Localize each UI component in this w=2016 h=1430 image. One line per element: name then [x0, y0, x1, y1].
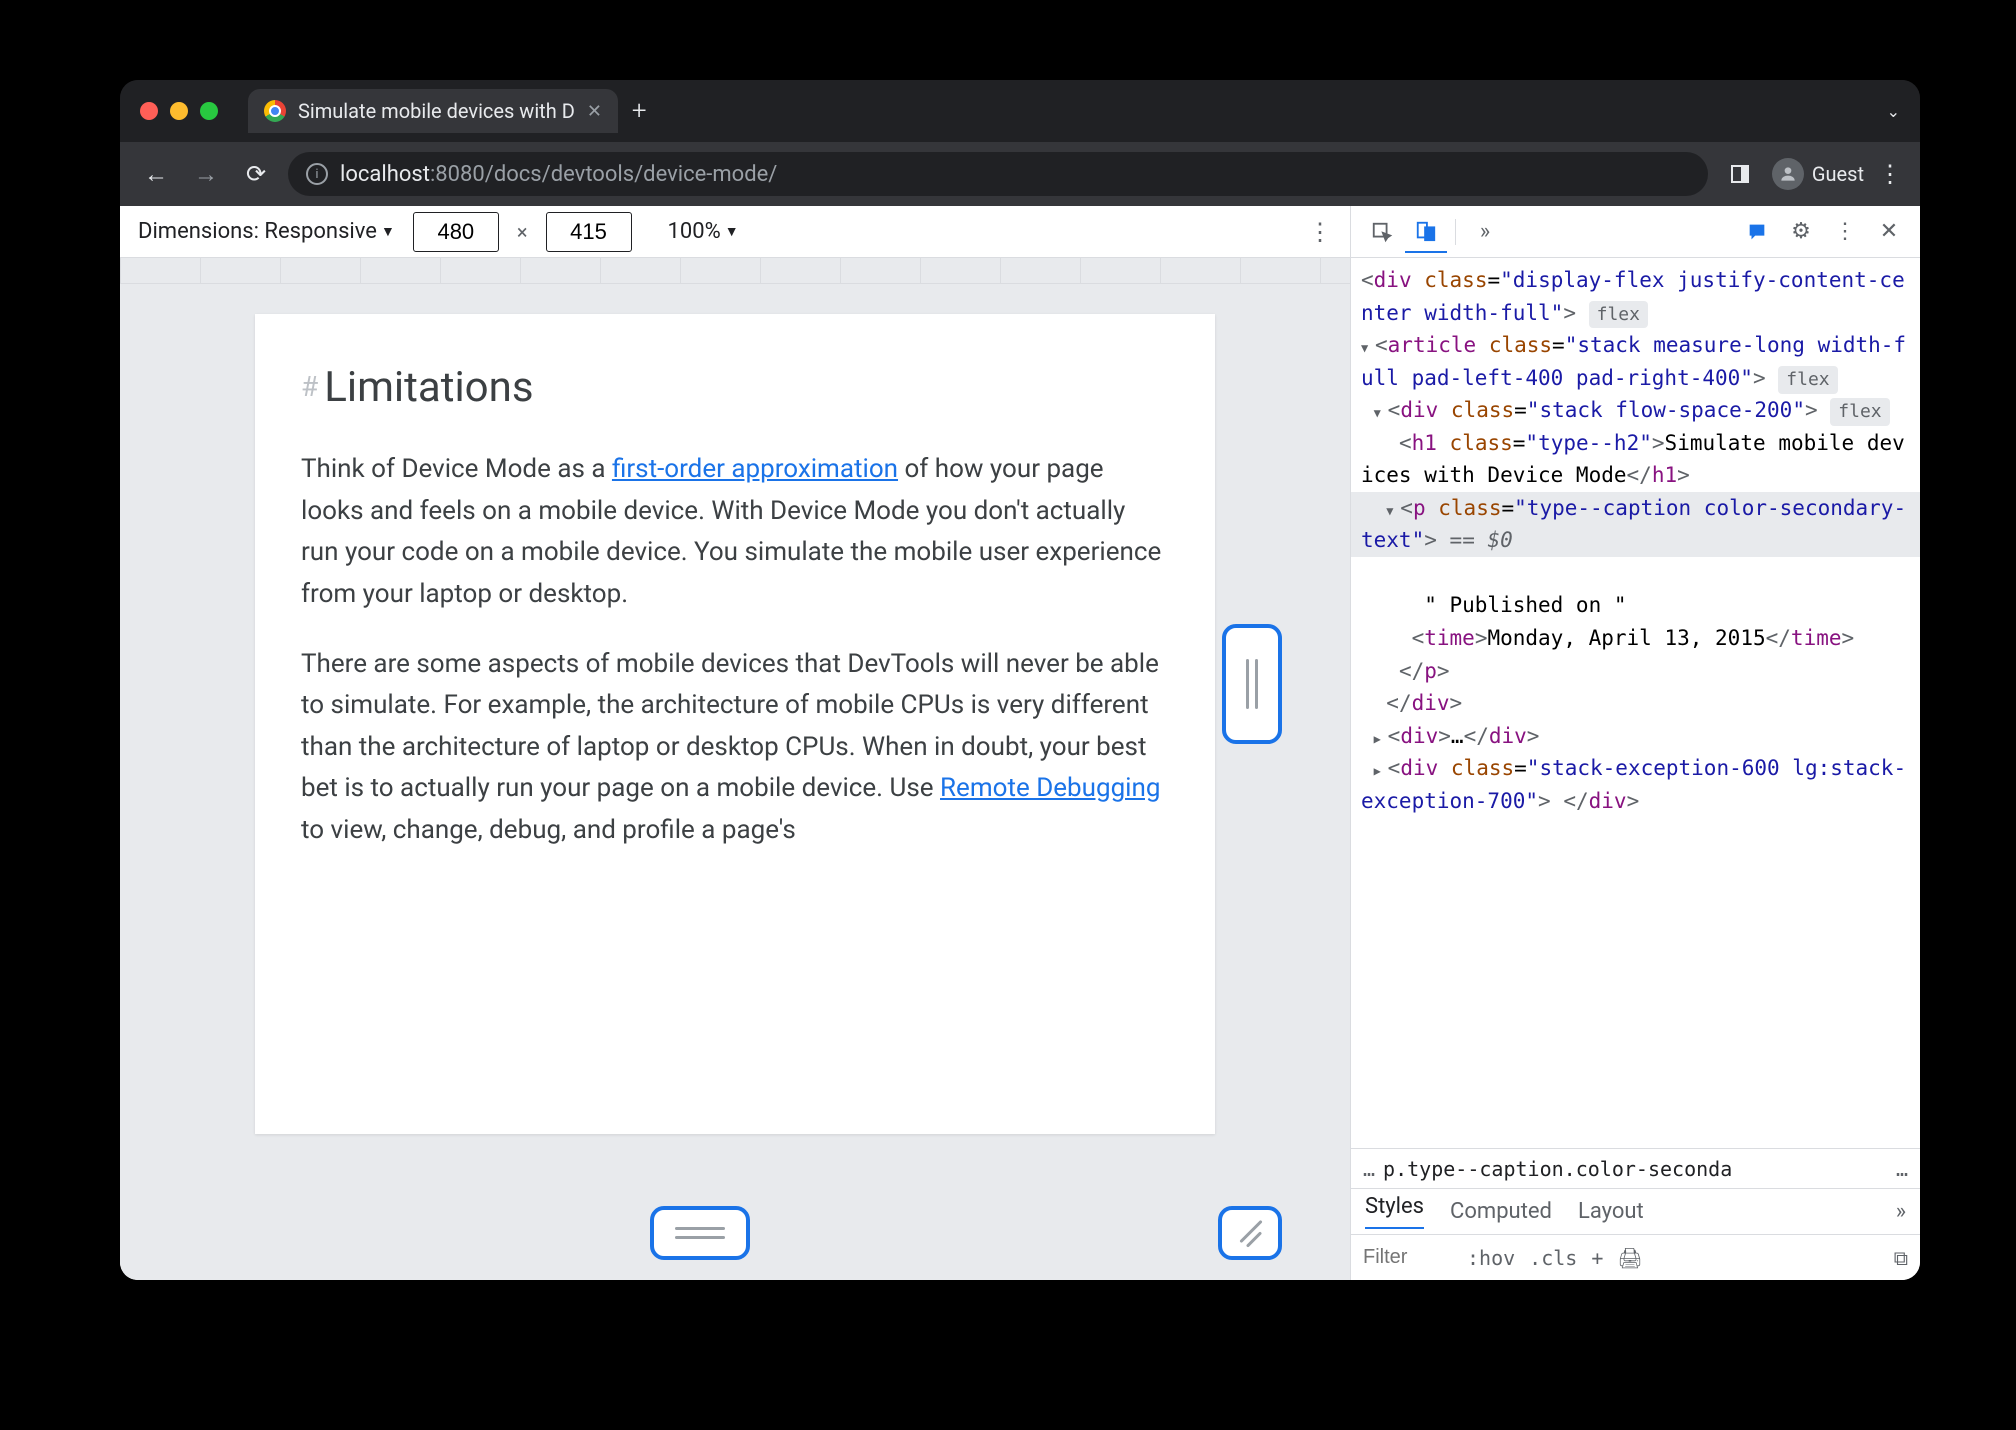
breadcrumb[interactable]: … p.type--caption.color-seconda … — [1351, 1148, 1920, 1188]
url-path: /docs/devtools/device-mode/ — [485, 162, 778, 187]
styles-filter-input[interactable] — [1363, 1246, 1453, 1269]
tab-styles[interactable]: Styles — [1365, 1194, 1424, 1229]
ruler — [120, 258, 1350, 284]
crumb-path[interactable]: p.type--caption.color-seconda — [1383, 1157, 1732, 1181]
resize-handle-bottom[interactable] — [650, 1206, 750, 1260]
avatar-icon — [1772, 158, 1804, 190]
devtools-menu-icon[interactable]: ⋮ — [1824, 211, 1866, 253]
crumb-left: … — [1363, 1157, 1375, 1181]
device-icon[interactable]: 🖨 — [1617, 1246, 1642, 1270]
chevron-down-icon[interactable]: ⌄ — [1887, 102, 1900, 121]
inspect-icon[interactable] — [1361, 211, 1403, 253]
device-toolbar-menu[interactable]: ⋮ — [1308, 218, 1332, 246]
address-bar[interactable]: i localhost:8080/docs/devtools/device-mo… — [288, 152, 1708, 196]
close-window-button[interactable] — [140, 102, 158, 120]
crumb-right: … — [1896, 1157, 1908, 1181]
dimensions-select[interactable]: Dimensions: Responsive ▼ — [138, 219, 395, 244]
profile-label: Guest — [1812, 162, 1864, 186]
hov-toggle[interactable]: :hov — [1467, 1246, 1515, 1270]
url-host: localhost — [340, 162, 430, 187]
cls-toggle[interactable]: .cls — [1529, 1246, 1577, 1270]
width-input[interactable] — [413, 212, 499, 252]
first-order-link[interactable]: first-order approximation — [612, 454, 898, 484]
dimensions-label: Dimensions: Responsive — [138, 219, 377, 244]
minimize-window-button[interactable] — [170, 102, 188, 120]
tab-title: Simulate mobile devices with D — [298, 99, 575, 123]
page-heading: # Limitations — [301, 354, 1169, 421]
chrome-icon — [264, 100, 286, 122]
styles-tabs: Styles Computed Layout » — [1351, 1188, 1920, 1234]
close-tab-icon[interactable]: ✕ — [587, 101, 602, 122]
devtools-tab-bar: » ⚙ ⋮ ✕ — [1351, 206, 1920, 258]
divider — [1455, 219, 1456, 245]
tab-layout[interactable]: Layout — [1578, 1199, 1644, 1224]
resize-handle-right[interactable] — [1222, 624, 1282, 744]
close-devtools-icon[interactable]: ✕ — [1868, 211, 1910, 253]
elements-tree[interactable]: <div class="display-flex justify-content… — [1351, 258, 1920, 1148]
more-tabs-icon[interactable]: » — [1464, 211, 1506, 253]
url-port: :8080 — [430, 162, 485, 187]
browser-window: Simulate mobile devices with D ✕ + ⌄ ← →… — [120, 80, 1920, 1280]
side-panel-button[interactable] — [1722, 156, 1758, 192]
dropdown-triangle-icon: ▼ — [725, 223, 739, 240]
more-tabs-icon[interactable]: » — [1896, 1199, 1906, 1224]
paragraph-2: There are some aspects of mobile devices… — [301, 644, 1169, 852]
back-button[interactable]: ← — [138, 156, 174, 192]
tab-strip: Simulate mobile devices with D ✕ + ⌄ — [120, 80, 1920, 142]
resize-handle-corner[interactable] — [1218, 1206, 1282, 1260]
browser-tab[interactable]: Simulate mobile devices with D ✕ — [248, 89, 618, 133]
maximize-window-button[interactable] — [200, 102, 218, 120]
traffic-lights — [140, 102, 218, 120]
panel-icon — [1731, 165, 1749, 183]
forward-button[interactable]: → — [188, 156, 224, 192]
feedback-icon[interactable] — [1736, 211, 1778, 253]
paragraph-1: Think of Device Mode as a first-order ap… — [301, 449, 1169, 615]
remote-debugging-link[interactable]: Remote Debugging — [940, 773, 1160, 803]
times-icon: × — [517, 220, 528, 244]
profile-button[interactable]: Guest — [1772, 158, 1864, 190]
new-tab-button[interactable]: + — [632, 96, 647, 126]
zoom-select[interactable]: 100% ▼ — [668, 219, 739, 244]
tab-computed[interactable]: Computed — [1450, 1199, 1552, 1224]
dropdown-triangle-icon: ▼ — [381, 223, 395, 240]
device-toolbar: Dimensions: Responsive ▼ × 100% ▼ ⋮ — [120, 206, 1350, 258]
toggle-sidebar-icon[interactable]: ⧉ — [1894, 1246, 1908, 1270]
browser-menu-button[interactable]: ⋮ — [1878, 160, 1902, 188]
toolbar: ← → ⟳ i localhost:8080/docs/devtools/dev… — [120, 142, 1920, 206]
simulated-viewport[interactable]: # Limitations Think of Device Mode as a … — [255, 314, 1215, 1134]
hash-icon: # — [301, 365, 318, 410]
height-input[interactable] — [546, 212, 632, 252]
settings-icon[interactable]: ⚙ — [1780, 211, 1822, 253]
site-info-icon[interactable]: i — [306, 163, 328, 185]
new-rule-icon[interactable]: + — [1591, 1246, 1603, 1270]
device-toggle-icon[interactable] — [1405, 211, 1447, 253]
device-mode-pane: Dimensions: Responsive ▼ × 100% ▼ ⋮ # Li… — [120, 206, 1350, 1280]
content-area: Dimensions: Responsive ▼ × 100% ▼ ⋮ # Li… — [120, 206, 1920, 1280]
heading-text: Limitations — [324, 354, 533, 421]
reload-button[interactable]: ⟳ — [238, 156, 274, 192]
viewport-container: # Limitations Think of Device Mode as a … — [120, 284, 1350, 1280]
devtools-panel: » ⚙ ⋮ ✕ <div class="display-flex justify… — [1350, 206, 1920, 1280]
zoom-label: 100% — [668, 219, 721, 244]
styles-filter-bar: :hov .cls + 🖨 ⧉ — [1351, 1234, 1920, 1280]
